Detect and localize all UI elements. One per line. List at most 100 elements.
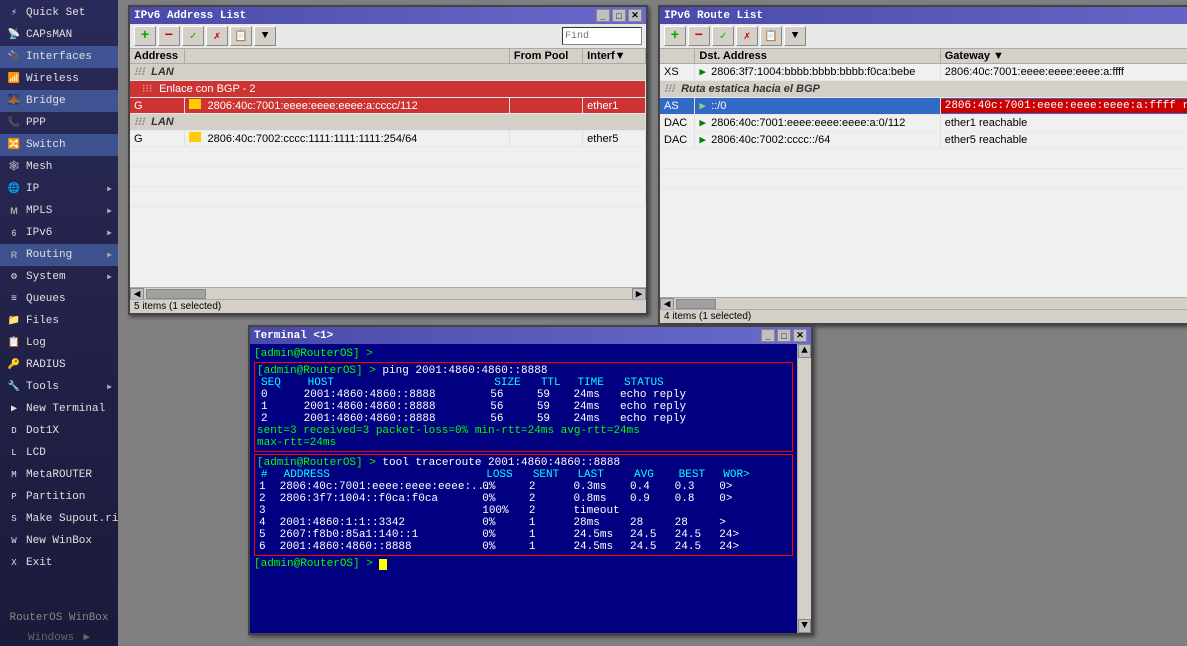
table-row[interactable]: ⁝⁝⁝ Enlace con BGP - 2 xyxy=(130,81,646,98)
enable-address-button[interactable]: ✓ xyxy=(182,26,204,46)
ipv6-route-titlebar: IPv6 Route List _ □ ✕ xyxy=(660,7,1187,24)
terminal-traceroute-section: [admin@RouterOS] > tool traceroute 2001:… xyxy=(254,454,793,556)
sidebar-item-quickset[interactable]: ⚡ Quick Set xyxy=(0,2,118,24)
address2-icon xyxy=(189,132,201,142)
tools-arrow: ▶ xyxy=(107,382,112,392)
capsman-icon: 📡 xyxy=(6,27,22,43)
subgroup-icon: ⁝⁝⁝ xyxy=(142,84,159,96)
ipv6-route-hscroll[interactable]: ◀ ▶ xyxy=(660,297,1187,309)
sidebar-item-interfaces[interactable]: 🔌 Interfaces xyxy=(0,46,118,68)
route-scroll-left-btn[interactable]: ◀ xyxy=(660,298,674,310)
sidebar-item-switch[interactable]: 🔀 Switch xyxy=(0,134,118,156)
scroll-right-btn[interactable]: ▶ xyxy=(632,288,646,300)
table-row[interactable]: ⁝⁝⁝ Ruta estatica hacia el BGP xyxy=(660,81,1187,98)
terminal-vscroll[interactable]: ▲ ▼ xyxy=(797,344,811,633)
sidebar-item-new-winbox[interactable]: W New WinBox xyxy=(0,530,118,552)
dot1x-icon: D xyxy=(6,423,22,439)
table-row[interactable]: AS ▶ ::/0 2806:40c:7001:eeee:eeee:eeee:a… xyxy=(660,98,1187,115)
scroll-thumb[interactable] xyxy=(146,289,206,299)
sidebar-item-tools[interactable]: 🔧 Tools ▶ xyxy=(0,376,118,398)
sidebar-item-radius[interactable]: 🔑 RADIUS xyxy=(0,354,118,376)
terminal-window: Terminal <1> _ □ ✕ [admin@RouterOS] > [a… xyxy=(248,325,813,635)
scroll-left-btn[interactable]: ◀ xyxy=(130,288,144,300)
ipv6-address-toolbar: + − ✓ ✗ 📋 ▼ xyxy=(130,24,646,49)
route-icon-dac1: ▶ xyxy=(699,118,706,130)
add-address-button[interactable]: + xyxy=(134,26,156,46)
sidebar-item-ip[interactable]: 🌐 IP ▶ xyxy=(0,178,118,200)
sidebar-item-partition[interactable]: P Partition xyxy=(0,486,118,508)
disable-address-button[interactable]: ✗ xyxy=(206,26,228,46)
ipv6-arrow: ▶ xyxy=(107,228,112,238)
sidebar-item-bridge[interactable]: 🌉 Bridge xyxy=(0,90,118,112)
sidebar-item-make-supout[interactable]: S Make Supout.rif xyxy=(0,508,118,530)
ipv6-address-title: IPv6 Address List xyxy=(134,10,596,22)
sidebar-item-queues[interactable]: ≡ Queues xyxy=(0,288,118,310)
enable-route-button[interactable]: ✓ xyxy=(712,26,734,46)
ipv6-address-hscroll[interactable]: ◀ ▶ xyxy=(130,287,646,299)
sidebar-item-exit[interactable]: X Exit xyxy=(0,552,118,574)
route-flag-col xyxy=(660,49,695,64)
sidebar-item-log[interactable]: 📋 Log xyxy=(0,332,118,354)
route-icon-as: ▶ xyxy=(699,101,706,113)
terminal-cursor xyxy=(379,559,387,570)
sidebar-item-wireless[interactable]: 📶 Wireless xyxy=(0,68,118,90)
make-supout-icon: S xyxy=(6,511,22,527)
tools-icon: 🔧 xyxy=(6,379,22,395)
table-row[interactable]: DAC ▶ 2806:40c:7001:eeee:eeee:eeee:a:0/1… xyxy=(660,115,1187,132)
ipv6-address-status: 5 items (1 selected) xyxy=(130,299,646,313)
terminal-scroll-up[interactable]: ▲ xyxy=(798,344,811,358)
filter-route-button[interactable]: ▼ xyxy=(784,26,806,46)
ipv6-address-minimize[interactable]: _ xyxy=(596,9,610,22)
table-row xyxy=(130,167,646,187)
log-icon: 📋 xyxy=(6,335,22,351)
table-row[interactable]: ⁝⁝⁝ LAN xyxy=(130,114,646,131)
ipv6-address-controls: _ □ ✕ xyxy=(596,9,642,22)
remove-address-button[interactable]: − xyxy=(158,26,180,46)
terminal-top-prompt: [admin@RouterOS] > xyxy=(254,348,793,360)
route-scroll-thumb[interactable] xyxy=(676,299,716,309)
copy-address-button[interactable]: 📋 xyxy=(230,26,252,46)
table-row[interactable]: ⁝⁝⁝ LAN xyxy=(130,64,646,81)
remove-route-button[interactable]: − xyxy=(688,26,710,46)
ping-row-0: 0 2001:4860:4860::8888 56 59 24ms echo r… xyxy=(257,389,790,401)
sidebar-item-files[interactable]: 📁 Files xyxy=(0,310,118,332)
sidebar-item-system[interactable]: ⚙ System ▶ xyxy=(0,266,118,288)
table-row[interactable]: G 2806:40c:7001:eeee:eeee:eeee:a:cccc/11… xyxy=(130,98,646,114)
terminal-close[interactable]: ✕ xyxy=(793,329,807,342)
files-icon: 📁 xyxy=(6,313,22,329)
filter-address-button[interactable]: ▼ xyxy=(254,26,276,46)
terminal-maximize[interactable]: □ xyxy=(777,329,791,342)
address-search-input[interactable] xyxy=(562,27,642,45)
ping-row-2: 2 2001:4860:4860::8888 56 59 24ms echo r… xyxy=(257,413,790,425)
copy-route-button[interactable]: 📋 xyxy=(760,26,782,46)
quickset-icon: ⚡ xyxy=(6,5,22,21)
table-row[interactable]: XS ▶ 2806:3f7:1004:bbbb:bbbb:bbbb:f0ca:b… xyxy=(660,64,1187,81)
metarouter-icon: M xyxy=(6,467,22,483)
sidebar-item-metarouter[interactable]: M MetaROUTER xyxy=(0,464,118,486)
terminal-content[interactable]: [admin@RouterOS] > [admin@RouterOS] > pi… xyxy=(250,344,797,633)
terminal-minimize[interactable]: _ xyxy=(761,329,775,342)
sidebar-item-lcd[interactable]: L LCD xyxy=(0,442,118,464)
sidebar-item-mesh[interactable]: 🕸 Mesh xyxy=(0,156,118,178)
ipv6-address-maximize[interactable]: □ xyxy=(612,9,626,22)
queues-icon: ≡ xyxy=(6,291,22,307)
table-row[interactable]: G 2806:40c:7002:cccc:1111:1111:1111:254/… xyxy=(130,131,646,147)
sidebar-item-ipv6[interactable]: 6 IPv6 ▶ xyxy=(0,222,118,244)
routing-arrow: ▶ xyxy=(107,250,112,260)
sidebar-item-ppp[interactable]: 📞 PPP xyxy=(0,112,118,134)
lcd-icon: L xyxy=(6,445,22,461)
terminal-scroll-down[interactable]: ▼ xyxy=(798,619,811,633)
sidebar-item-mpls[interactable]: M MPLS ▶ xyxy=(0,200,118,222)
disable-route-button[interactable]: ✗ xyxy=(736,26,758,46)
table-row[interactable]: DAC ▶ 2806:40c:7002:cccc::/64 ether5 rea… xyxy=(660,132,1187,149)
ping-stats: sent=3 received=3 packet-loss=0% min-rtt… xyxy=(257,425,790,437)
system-arrow: ▶ xyxy=(107,272,112,282)
add-route-button[interactable]: + xyxy=(664,26,686,46)
sidebar-item-capsman[interactable]: 📡 CAPsMAN xyxy=(0,24,118,46)
sidebar-item-routing[interactable]: R Routing ▶ xyxy=(0,244,118,266)
interface-col-header: Interf▼ xyxy=(583,49,646,64)
group2-dots: ⁝⁝⁝ xyxy=(134,117,151,129)
sidebar-item-new-terminal[interactable]: ▶ New Terminal xyxy=(0,398,118,420)
ipv6-address-close[interactable]: ✕ xyxy=(628,9,642,22)
sidebar-item-dot1x[interactable]: D Dot1X xyxy=(0,420,118,442)
